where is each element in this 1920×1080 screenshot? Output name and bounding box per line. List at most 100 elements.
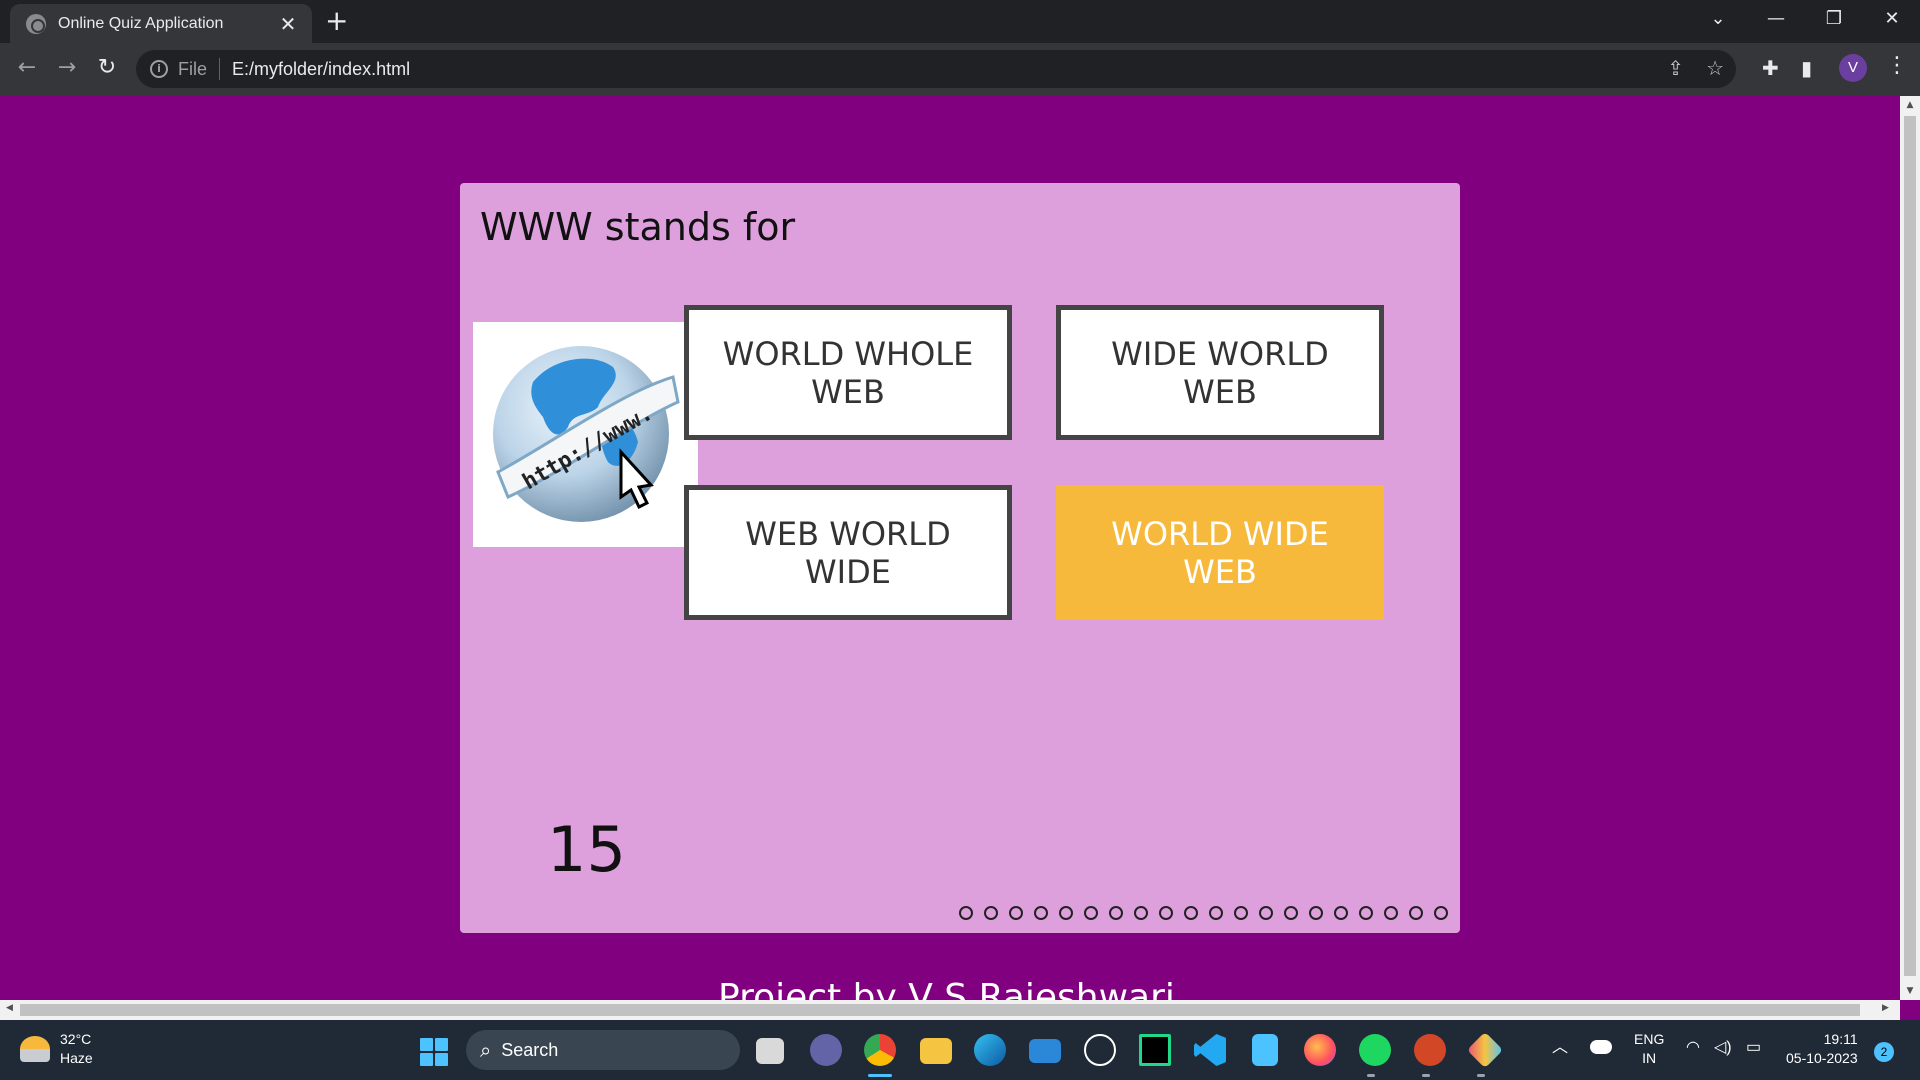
tab-strip: Online Quiz Application ✕ + ⌄ — ❐ ✕ (0, 0, 1920, 43)
option-2-button[interactable]: WIDE WORLD WEB (1056, 305, 1384, 440)
close-window-button[interactable]: ✕ (1864, 0, 1920, 40)
scroll-up-arrow-icon[interactable]: ▲ (1900, 100, 1920, 110)
running-app-indicator (1367, 1074, 1375, 1077)
onedrive-cloud-icon[interactable] (1590, 1040, 1612, 1054)
running-app-indicator (1422, 1074, 1430, 1077)
tab-search-icon[interactable]: ⌄ (1690, 0, 1746, 40)
spotify-icon[interactable] (1359, 1034, 1391, 1066)
dell-icon[interactable] (1084, 1034, 1116, 1066)
extensions-puzzle-icon[interactable]: ✚ (1762, 56, 1779, 80)
progress-dot (1309, 906, 1323, 920)
region-code: IN (1642, 1050, 1657, 1066)
horizontal-scrollbar[interactable]: ◀ ▶ (0, 1000, 1900, 1020)
more-menu-icon[interactable]: ⋮ (1886, 53, 1908, 78)
clock[interactable]: 19:11 05-10-2023 (1786, 1030, 1858, 1068)
haze-weather-icon (20, 1036, 50, 1062)
globe-favicon-icon (26, 13, 46, 34)
language-indicator[interactable]: ENG IN (1634, 1030, 1664, 1068)
progress-dot (1134, 906, 1148, 920)
tab-title: Online Quiz Application (58, 14, 224, 32)
clock-date: 05-10-2023 (1786, 1050, 1858, 1066)
progress-dot (1009, 906, 1023, 920)
wifi-icon[interactable]: ◠ (1686, 1038, 1700, 1057)
scroll-down-arrow-icon[interactable]: ▼ (1900, 986, 1920, 996)
toolbar: ← → ↻ i File E:/myfolder/index.html ⇪ ☆ … (0, 43, 1920, 96)
progress-dot (1109, 906, 1123, 920)
progress-dot (1084, 906, 1098, 920)
option-1-button[interactable]: WORLD WHOLE WEB (684, 305, 1012, 440)
notification-badge[interactable]: 2 (1874, 1042, 1894, 1062)
volume-icon[interactable]: ◁) (1714, 1038, 1732, 1057)
info-icon[interactable]: i (150, 60, 168, 78)
snipping-tool-icon[interactable] (1466, 1031, 1504, 1069)
progress-dot (1209, 906, 1223, 920)
weather-temp: 32°C (60, 1031, 92, 1047)
clock-time: 19:11 (1823, 1031, 1858, 1047)
progress-dot (1234, 906, 1248, 920)
address-bar[interactable]: i File E:/myfolder/index.html ⇪ ☆ (136, 50, 1736, 88)
running-app-indicator (1477, 1074, 1485, 1077)
task-view-icon[interactable] (756, 1038, 784, 1064)
progress-dot (1284, 906, 1298, 920)
browser-tab[interactable]: Online Quiz Application ✕ (10, 4, 312, 43)
option-3-button[interactable]: WEB WORLD WIDE (684, 485, 1012, 620)
vertical-scroll-thumb[interactable] (1904, 116, 1916, 976)
file-explorer-icon[interactable] (920, 1038, 952, 1064)
vscode-icon[interactable] (1194, 1034, 1226, 1066)
progress-dot (1034, 906, 1048, 920)
countdown-timer: 15 (547, 813, 626, 886)
weather-widget[interactable]: 32°C Haze (20, 1030, 93, 1068)
globe-www-icon: http://www. (493, 346, 680, 522)
new-tab-button[interactable]: + (325, 6, 348, 36)
chrome-icon[interactable] (864, 1034, 896, 1066)
vertical-scrollbar[interactable]: ▲ ▼ (1900, 96, 1920, 1000)
progress-dot (1359, 906, 1373, 920)
share-icon[interactable]: ⇪ (1667, 56, 1684, 80)
battery-icon[interactable]: ▭ (1746, 1038, 1761, 1057)
footer-credit: Project by V S Rajeshwari (718, 977, 1175, 1004)
url-text[interactable]: E:/myfolder/index.html (232, 59, 410, 80)
powerpoint-icon[interactable] (1414, 1034, 1446, 1066)
pycharm-icon[interactable] (1139, 1034, 1171, 1066)
question-image: http://www. (473, 322, 698, 547)
edge-icon[interactable] (974, 1034, 1006, 1066)
mail-icon[interactable] (1029, 1039, 1061, 1063)
progress-dot (1409, 906, 1423, 920)
minimize-button[interactable]: — (1748, 0, 1804, 40)
taskbar: 32°C Haze ⌕ Search ︿ ENG IN ◠ ◁) ▭ 19:11… (0, 1020, 1920, 1080)
progress-dot (1434, 906, 1448, 920)
progress-dot (1384, 906, 1398, 920)
teams-chat-icon[interactable] (810, 1034, 842, 1066)
progress-dot (984, 906, 998, 920)
progress-dot (1059, 906, 1073, 920)
progress-dot (1159, 906, 1173, 920)
taskbar-search[interactable]: ⌕ Search (466, 1030, 740, 1070)
show-hidden-icons-chevron-icon[interactable]: ︿ (1552, 1038, 1568, 1057)
scheme-label: File (178, 58, 208, 79)
progress-dots (959, 906, 1448, 920)
bookmark-star-icon[interactable]: ☆ (1706, 56, 1724, 80)
side-panel-icon[interactable]: ▮ (1801, 56, 1812, 80)
scroll-right-arrow-icon[interactable]: ▶ (1882, 1003, 1889, 1013)
option-4-button-correct[interactable]: WORLD WIDE WEB (1056, 485, 1384, 620)
search-icon: ⌕ (480, 1038, 492, 1062)
restore-button[interactable]: ❐ (1806, 0, 1862, 40)
profile-avatar[interactable]: V (1839, 54, 1867, 82)
question-text: WWW stands for (480, 205, 796, 249)
reload-icon[interactable]: ↻ (92, 55, 122, 80)
progress-dot (1259, 906, 1273, 920)
divider (219, 58, 221, 80)
firefox-icon[interactable] (1304, 1034, 1336, 1066)
horizontal-scroll-thumb[interactable] (20, 1004, 1860, 1016)
progress-dot (1184, 906, 1198, 920)
search-label: Search (501, 1039, 559, 1060)
progress-dot (1334, 906, 1348, 920)
back-arrow-icon[interactable]: ← (12, 55, 42, 80)
close-tab-icon[interactable]: ✕ (276, 12, 300, 36)
language-code: ENG (1634, 1031, 1665, 1047)
quiz-card: WWW stands for http://www. WORLD WHOLE W… (460, 183, 1460, 933)
forward-arrow-icon[interactable]: → (52, 55, 82, 80)
windows-start-icon[interactable] (420, 1038, 448, 1066)
notepad-icon[interactable] (1252, 1034, 1278, 1066)
scroll-left-arrow-icon[interactable]: ◀ (6, 1003, 13, 1013)
